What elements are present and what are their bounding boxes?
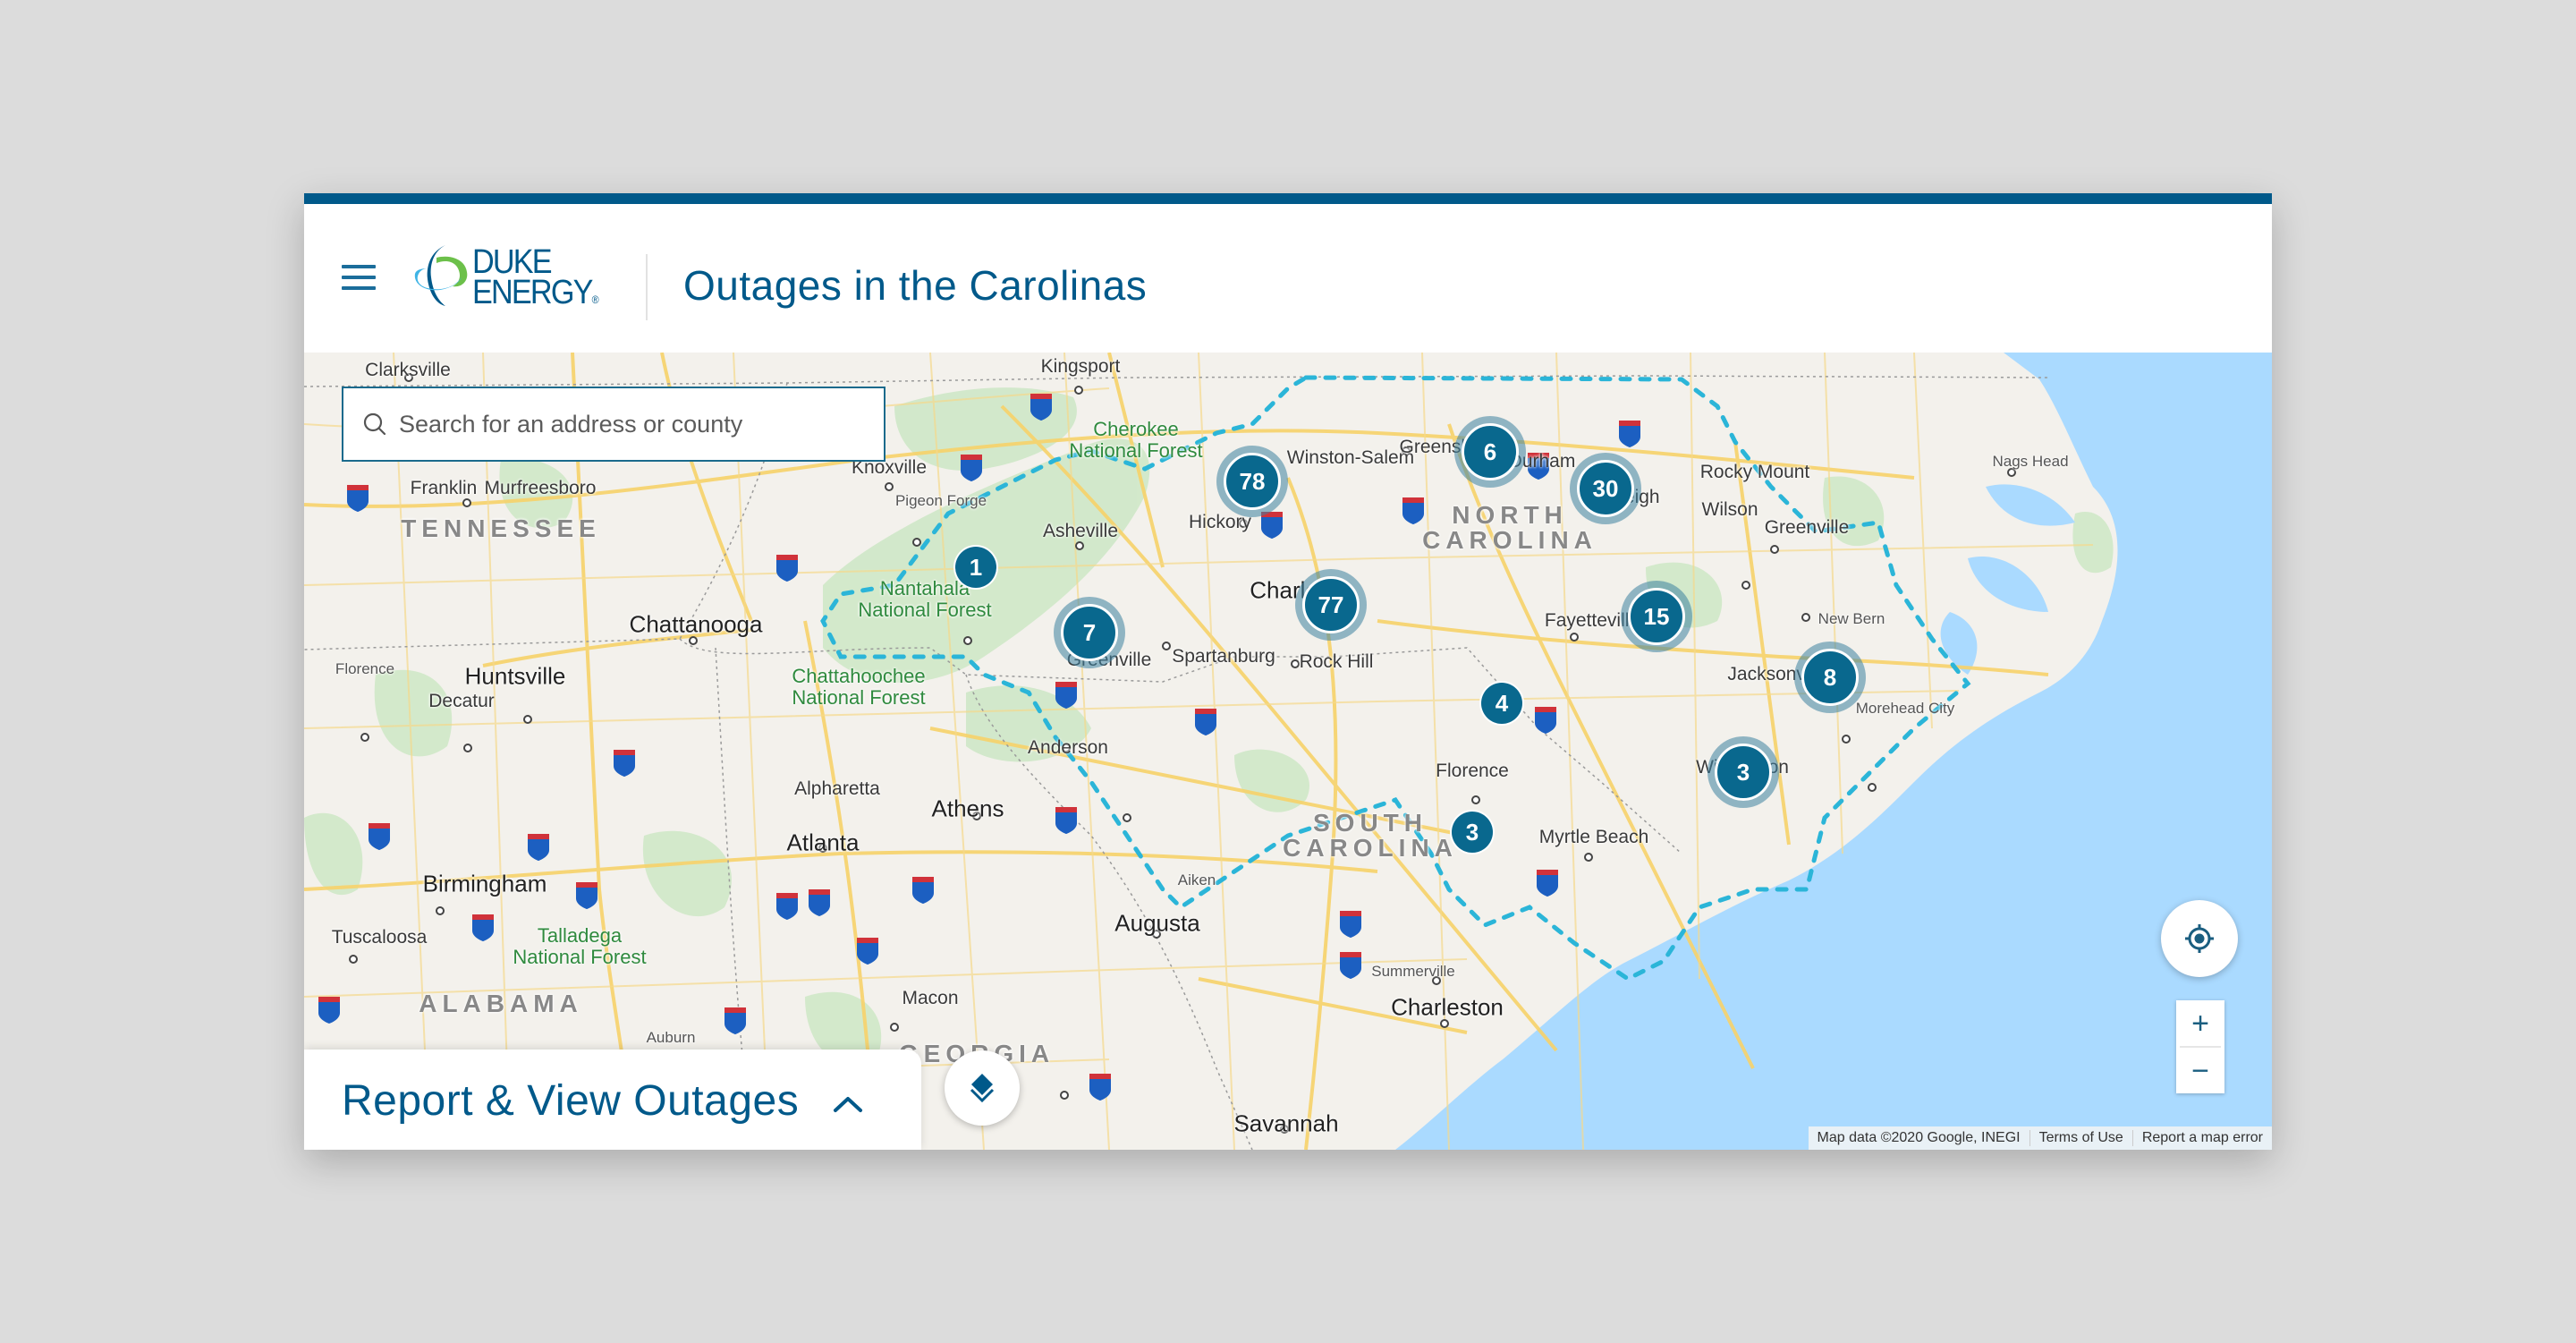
outage-map[interactable]: TENNESSEE NORTH CAROLINA SOUTH CAROLINA … <box>304 353 2272 1150</box>
city-label: Birmingham <box>422 870 547 897</box>
city-label: Anderson <box>1028 737 1108 758</box>
header-divider <box>646 254 648 320</box>
report-view-outages-panel[interactable]: Report & View Outages <box>304 1050 921 1150</box>
city-label: Macon <box>902 988 959 1008</box>
duke-energy-logo[interactable]: DUKE ENERGY® <box>410 242 614 313</box>
registered-mark: ® <box>591 293 599 306</box>
outage-count: 6 <box>1462 423 1519 480</box>
outage-count: 1 <box>955 547 996 588</box>
city-label: Decatur <box>428 691 495 711</box>
city-label: Pigeon Forge <box>894 492 987 509</box>
logo-text-duke: DUKE <box>472 243 553 281</box>
city-label: Rock Hill <box>1299 651 1374 672</box>
forest-label: Chattahoochee National Forest <box>792 665 926 709</box>
logo-wordmark: DUKE ENERGY® <box>472 243 599 315</box>
outage-count: 30 <box>1577 460 1634 517</box>
state-label-north: NORTH <box>1452 501 1568 529</box>
outage-cluster-marker[interactable]: 3 <box>1707 736 1779 808</box>
city-label: Myrtle Beach <box>1538 827 1649 847</box>
state-label-tennessee: TENNESSEE <box>401 514 601 542</box>
zoom-out-button[interactable]: − <box>2176 1048 2224 1093</box>
outage-map-card: DUKE ENERGY® Outages in the Carolinas TE… <box>304 193 2272 1150</box>
city-label: Spartanburg <box>1172 646 1275 667</box>
city-label: Savannah <box>1233 1109 1339 1137</box>
map-attribution: Map data ©2020 Google, INEGI Terms of Us… <box>1808 1126 2272 1150</box>
outage-cluster-marker[interactable]: 15 <box>1621 581 1692 652</box>
city-label: Charleston <box>1391 993 1504 1021</box>
outage-count: 8 <box>1801 649 1859 706</box>
city-label: Franklin <box>410 478 478 498</box>
city-label: Morehead City <box>1855 700 1955 717</box>
city-label: Rocky Mount <box>1699 462 1810 482</box>
city-label: Aiken <box>1177 871 1216 888</box>
outage-cluster-marker[interactable]: 78 <box>1216 446 1288 517</box>
outage-count: 3 <box>1715 744 1772 801</box>
city-label: New Bern <box>1818 610 1885 627</box>
city-label: Chattanooga <box>629 610 763 638</box>
outage-cluster-marker[interactable]: 6 <box>1454 416 1526 488</box>
map-basemap <box>304 353 2272 1150</box>
city-label: Summerville <box>1371 963 1455 980</box>
city-label: Alpharetta <box>794 778 880 799</box>
city-label: Clarksville <box>365 360 451 380</box>
layers-icon <box>970 1074 995 1103</box>
search-input[interactable] <box>399 410 864 438</box>
map-layers-button[interactable] <box>945 1050 1020 1126</box>
city-label: Tuscaloosa <box>331 927 428 948</box>
city-label: Greenville <box>1764 517 1850 538</box>
city-label: Nags Head <box>1992 453 2069 470</box>
terms-of-use-link[interactable]: Terms of Use <box>2029 1130 2132 1146</box>
outage-cluster-marker[interactable]: 30 <box>1570 453 1641 524</box>
crosshair-location-icon <box>2185 924 2214 953</box>
state-label-alabama: ALABAMA <box>419 990 583 1017</box>
city-label: Asheville <box>1042 521 1119 541</box>
brand-top-bar <box>304 193 2272 204</box>
city-label: Atlanta <box>786 829 860 856</box>
city-label: Auburn <box>646 1029 696 1046</box>
outage-count: 78 <box>1224 453 1281 510</box>
city-label: Winston-Salem <box>1286 447 1415 468</box>
outage-cluster-marker[interactable]: 77 <box>1295 569 1367 641</box>
city-label: Wilson <box>1701 499 1758 520</box>
city-label: Augusta <box>1114 909 1200 937</box>
state-label-carolina-nc: CAROLINA <box>1422 526 1597 554</box>
outage-cluster-marker[interactable]: 1 <box>953 545 998 590</box>
forest-label: Talladega National Forest <box>513 924 647 968</box>
city-label: Florence <box>335 660 395 677</box>
outage-cluster-marker[interactable]: 4 <box>1479 681 1524 726</box>
city-label: Athens <box>931 795 1004 822</box>
my-location-button[interactable] <box>2161 900 2238 977</box>
city-label: Murfreesboro <box>484 478 597 498</box>
map-data-credit: Map data ©2020 Google, INEGI <box>1817 1130 2021 1145</box>
logo-text-energy: ENERGY <box>472 274 593 311</box>
search-icon <box>363 412 386 436</box>
city-label: Huntsville <box>464 662 566 690</box>
duke-energy-logo-mark-icon <box>414 245 468 306</box>
outage-count: 4 <box>1481 683 1522 724</box>
report-map-error-link[interactable]: Report a map error <box>2131 1130 2272 1146</box>
outage-cluster-marker[interactable]: 7 <box>1054 597 1125 668</box>
panel-title[interactable]: Report & View Outages <box>342 1076 799 1126</box>
zoom-control: + − <box>2176 1000 2224 1093</box>
city-label: Florence <box>1436 761 1509 781</box>
outage-count: 7 <box>1061 604 1118 661</box>
outage-cluster-marker[interactable]: 3 <box>1450 810 1495 854</box>
outage-count: 15 <box>1628 588 1685 645</box>
address-search-box[interactable] <box>342 387 886 462</box>
page-title: Outages in the Carolinas <box>683 262 1148 309</box>
outage-count: 77 <box>1302 576 1360 633</box>
forest-label: Cherokee National Forest <box>1069 418 1203 462</box>
city-label: Kingsport <box>1040 356 1121 377</box>
state-label-south: SOUTH <box>1313 809 1428 837</box>
outage-cluster-marker[interactable]: 8 <box>1794 642 1866 713</box>
outage-count: 3 <box>1452 812 1493 853</box>
state-label-carolina-sc: CAROLINA <box>1283 834 1458 862</box>
menu-icon[interactable] <box>342 265 376 292</box>
header: DUKE ENERGY® Outages in the Carolinas <box>304 204 2272 353</box>
chevron-up-icon[interactable] <box>830 1092 866 1116</box>
zoom-in-button[interactable]: + <box>2176 1000 2224 1046</box>
